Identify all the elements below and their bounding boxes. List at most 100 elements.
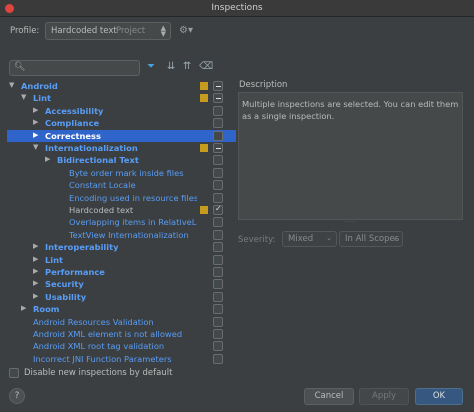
profile-name: Hardcoded text (51, 26, 117, 36)
inspection-checkbox[interactable] (213, 304, 223, 315)
profile-dropdown[interactable]: Hardcoded text Project ▲ ▼ (45, 22, 171, 40)
search-icon: 🔍︎ (14, 62, 26, 72)
apply-button[interactable]: Apply (359, 388, 409, 405)
severity-value: Mixed (288, 234, 314, 244)
tree-row[interactable]: Hardcoded text (7, 204, 236, 216)
inspection-checkbox[interactable] (213, 143, 223, 153)
expanded-arrow-icon[interactable]: ▼ (21, 93, 26, 101)
inspection-checkbox[interactable] (213, 341, 223, 352)
tree-item-label: Compliance (45, 118, 100, 129)
tree-item-label: Lint (33, 93, 52, 104)
tree-row[interactable]: Overlapping items in RelativeLayou (7, 216, 236, 228)
inspection-checkbox[interactable] (213, 353, 223, 364)
tree-row[interactable]: ▶ Interoperability (7, 241, 236, 253)
gear-icon[interactable]: ⚙▾ (179, 25, 193, 36)
reset-icon[interactable]: ⌫ (199, 61, 213, 72)
inspection-checkbox[interactable] (213, 291, 223, 302)
tree-row[interactable]: ▶ Security (7, 278, 236, 290)
severity-warning-icon (200, 206, 208, 214)
tree-row[interactable]: Incorrect JNI Function Parameters (7, 353, 236, 365)
tree-item-label: Android XML element is not allowed (33, 329, 183, 339)
tree-row[interactable]: Constant Locale (7, 179, 236, 191)
ok-button[interactable]: OK (415, 388, 463, 405)
tree-row[interactable]: Byte order mark inside files (7, 167, 236, 179)
inspection-checkbox[interactable] (213, 316, 223, 327)
inspection-checkbox[interactable] (213, 192, 223, 203)
collapsed-arrow-icon[interactable]: ▶ (33, 106, 38, 114)
tree-row[interactable]: ▶ Usability (7, 291, 236, 303)
collapsed-arrow-icon[interactable]: ▶ (33, 255, 38, 263)
inspection-checkbox[interactable] (213, 93, 223, 104)
collapsed-arrow-icon[interactable]: ▶ (33, 292, 38, 300)
tree-item-label: Room (33, 304, 60, 315)
inspection-checkbox[interactable] (213, 167, 223, 178)
tree-item-label: TextView Internationalization (69, 229, 189, 240)
tree-row[interactable]: ▶ Lint (7, 254, 236, 266)
inspection-checkbox[interactable] (213, 329, 223, 339)
tree-row[interactable]: ▶ Compliance (7, 117, 236, 129)
tree-item-label: Android Resources Validation (33, 316, 154, 327)
profile-scope: Project (116, 26, 146, 36)
collapsed-arrow-icon[interactable]: ▶ (45, 155, 50, 163)
scope-value: In All Scopes (345, 234, 400, 244)
inspection-checkbox[interactable] (213, 105, 223, 116)
severity-warning-icon (200, 144, 208, 152)
tree-row[interactable]: ▼ Android (7, 80, 236, 92)
collapsed-arrow-icon[interactable]: ▶ (33, 118, 38, 126)
disable-new-label: Disable new inspections by default (24, 368, 173, 378)
tree-row[interactable]: ▶ Performance (7, 266, 236, 278)
collapsed-arrow-icon[interactable]: ▶ (33, 279, 38, 287)
window-title: Inspections (211, 3, 263, 13)
tree-row[interactable]: Android XML element is not allowed (7, 328, 236, 340)
collapsed-arrow-icon[interactable]: ▶ (33, 267, 38, 275)
collapse-all-icon[interactable]: ⇈ (183, 61, 191, 72)
inspection-checkbox[interactable] (213, 242, 223, 253)
tree-row[interactable]: ▶ Bidirectional Text (7, 154, 236, 166)
tree-item-label: Hardcoded text (69, 205, 134, 215)
expanded-arrow-icon[interactable]: ▼ (9, 81, 14, 89)
collapsed-arrow-icon[interactable]: ▶ (21, 304, 26, 312)
tree-item-label: Accessibility (45, 105, 104, 116)
inspection-checkbox[interactable] (213, 118, 223, 129)
inspection-checkbox[interactable] (213, 267, 223, 277)
scope-dropdown[interactable]: In All Scopes ⌄ (339, 231, 403, 247)
tree-item-label: Usability (45, 291, 87, 302)
severity-label: Severity: (238, 235, 276, 245)
description-panel: Multiple inspections are selected. You c… (238, 92, 463, 220)
tree-row[interactable]: Android XML root tag validation (7, 340, 236, 352)
inspection-checkbox[interactable] (213, 279, 223, 290)
tree-row[interactable]: Encoding used in resource files is r (7, 192, 236, 204)
tree-row[interactable]: ▼ Lint (7, 92, 236, 104)
inspection-checkbox[interactable] (213, 81, 223, 91)
expanded-arrow-icon[interactable]: ▼ (33, 143, 38, 151)
tree-row[interactable]: Android Resources Validation (7, 316, 236, 328)
severity-dropdown[interactable]: Mixed ⌄ (282, 231, 337, 247)
disable-new-checkbox[interactable] (9, 368, 19, 378)
inspection-checkbox[interactable] (213, 130, 223, 141)
tree-row[interactable]: ▶ Correctness (7, 129, 236, 142)
tree-row[interactable]: ▼ Internationalization (7, 142, 236, 154)
help-button[interactable]: ? (9, 388, 25, 404)
inspection-checkbox[interactable] (213, 180, 223, 191)
tree-item-label: Performance (45, 267, 105, 277)
inspection-checkbox[interactable] (213, 229, 223, 240)
inspections-tree[interactable]: ▼ Android ▼ Lint ▶ Accessibility ▶ Compliance ▶ C… (7, 80, 236, 366)
expand-all-icon[interactable]: ⇊ (167, 61, 175, 72)
tree-row[interactable]: ▶ Room (7, 303, 236, 315)
search-input[interactable]: 🔍︎ (9, 60, 140, 76)
tree-item-label: Android (21, 81, 58, 91)
tree-item-label: Overlapping items in RelativeLayou (69, 217, 197, 228)
inspection-checkbox[interactable] (213, 204, 223, 215)
collapsed-arrow-icon[interactable]: ▶ (33, 242, 38, 250)
filter-icon[interactable]: ⏷ (147, 61, 155, 72)
tree-row[interactable]: TextView Internationalization (7, 229, 236, 241)
collapsed-arrow-icon[interactable]: ▶ (33, 131, 38, 139)
splitter-handle[interactable]: ······ (238, 220, 463, 226)
tree-row[interactable]: ▶ Accessibility (7, 105, 236, 117)
inspection-checkbox[interactable] (213, 155, 223, 166)
inspection-checkbox[interactable] (213, 217, 223, 228)
inspection-checkbox[interactable] (213, 254, 223, 265)
cancel-button[interactable]: Cancel (304, 388, 354, 405)
chevron-down-icon: ⌄ (392, 234, 398, 242)
severity-warning-icon (200, 94, 208, 103)
